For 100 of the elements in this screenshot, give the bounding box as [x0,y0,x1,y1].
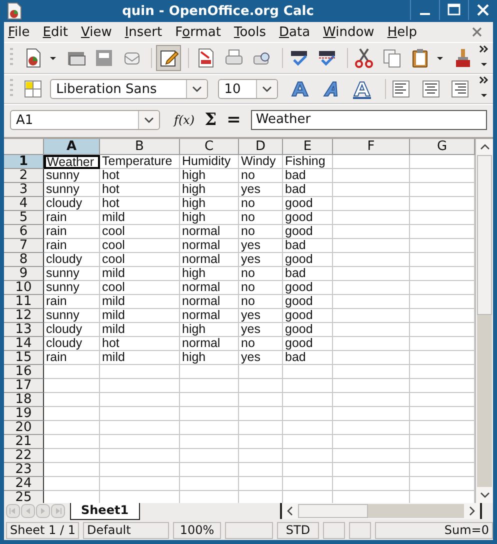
close-document-icon[interactable] [471,26,483,38]
table-cell[interactable] [333,378,410,393]
table-cell[interactable]: cool [100,238,180,253]
table-cell[interactable] [333,420,410,435]
table-cell[interactable]: yes [239,308,283,323]
table-cell[interactable]: mild [100,308,180,323]
table-cell[interactable] [333,322,410,337]
table-cell[interactable]: yes [239,238,283,253]
table-cell[interactable]: no [239,294,283,309]
row-header[interactable]: 17 [4,378,44,393]
row-header[interactable]: 9 [4,266,44,281]
table-cell[interactable] [333,280,410,295]
table-cell[interactable] [333,336,410,351]
table-cell[interactable] [333,308,410,323]
font-size-combo[interactable]: 10 [218,79,278,100]
table-cell[interactable]: yes [239,252,283,267]
table-cell[interactable]: no [239,336,283,351]
table-cell[interactable]: bad [283,238,333,253]
align-left-icon[interactable] [390,78,412,100]
menu-item[interactable]: Edit [42,24,68,40]
table-cell[interactable] [283,462,333,477]
table-cell[interactable] [44,378,100,393]
row-header[interactable]: 5 [4,210,44,225]
name-box[interactable]: A1 [10,110,160,130]
table-cell[interactable]: yes [239,322,283,337]
table-cell[interactable] [180,364,239,379]
table-cell[interactable] [333,350,410,365]
row-header[interactable]: 15 [4,350,44,365]
table-cell[interactable] [283,364,333,379]
row-header[interactable]: 4 [4,196,44,211]
table-cell[interactable] [100,406,180,421]
table-cell[interactable]: cool [100,224,180,239]
table-cell[interactable] [100,448,180,463]
menu-item[interactable]: Help [387,24,417,40]
row-header[interactable]: 19 [4,406,44,421]
table-cell[interactable] [333,406,410,421]
table-cell[interactable] [180,462,239,477]
row-header[interactable]: 22 [4,448,44,463]
table-cell[interactable] [333,392,410,407]
table-cell[interactable] [44,476,100,491]
table-cell[interactable]: cool [100,280,180,295]
table-cell[interactable]: rain [44,224,100,239]
table-cell[interactable] [333,252,410,267]
table-cell[interactable]: Fishing [283,154,333,169]
table-cell[interactable]: no [239,280,283,295]
table-cell[interactable] [333,266,410,281]
table-cell[interactable]: yes [239,350,283,365]
row-header[interactable]: 24 [4,476,44,491]
table-cell[interactable]: mild [100,210,180,225]
table-cell[interactable]: normal [180,252,239,267]
table-cell[interactable] [44,392,100,407]
row-header[interactable]: 25 [4,490,44,503]
table-cell[interactable]: hot [100,336,180,351]
table-cell[interactable] [100,378,180,393]
table-cell[interactable] [44,462,100,477]
table-cell[interactable]: good [283,294,333,309]
table-cell[interactable] [180,476,239,491]
column-header[interactable]: C [180,138,239,155]
row-header[interactable]: 10 [4,280,44,295]
table-cell[interactable]: bad [283,168,333,183]
table-cell[interactable]: yes [239,182,283,197]
scroll-thumb[interactable] [477,154,492,315]
vertical-scrollbar[interactable] [475,138,493,503]
table-cell[interactable] [100,462,180,477]
table-cell[interactable]: high [180,266,239,281]
horizontal-scrollbar[interactable] [280,503,482,520]
table-cell[interactable]: no [239,266,283,281]
table-cell[interactable]: no [239,168,283,183]
table-cell[interactable] [333,238,410,253]
row-header[interactable]: 6 [4,224,44,239]
table-cell[interactable]: sunny [44,266,100,281]
table-cell[interactable]: cloudy [44,252,100,267]
table-cell[interactable] [283,420,333,435]
formula-input[interactable]: Weather [250,110,487,130]
table-cell[interactable] [283,406,333,421]
select-all-corner[interactable] [4,138,44,155]
table-cell[interactable]: good [283,280,333,295]
row-header[interactable]: 13 [4,322,44,337]
table-cell[interactable]: cloudy [44,322,100,337]
last-sheet-icon[interactable] [51,504,65,518]
table-cell[interactable] [333,434,410,449]
menu-item[interactable]: Window [323,24,374,40]
table-cell[interactable]: hot [100,168,180,183]
table-cell[interactable]: rain [44,210,100,225]
table-cell[interactable] [239,476,283,491]
table-cell[interactable]: good [283,322,333,337]
table-cell[interactable] [333,210,410,225]
column-header[interactable]: D [239,138,283,155]
column-header[interactable]: E [283,138,333,155]
table-cell[interactable]: Weather [44,154,100,169]
table-cell[interactable] [333,154,410,169]
column-header[interactable]: B [100,138,180,155]
align-right-icon[interactable] [448,78,470,100]
table-cell[interactable] [180,392,239,407]
column-header[interactable]: F [333,138,410,155]
table-cell[interactable] [239,392,283,407]
table-cell[interactable]: good [283,196,333,211]
previous-sheet-icon[interactable] [21,504,35,518]
table-cell[interactable]: mild [100,266,180,281]
table-cell[interactable]: mild [100,322,180,337]
